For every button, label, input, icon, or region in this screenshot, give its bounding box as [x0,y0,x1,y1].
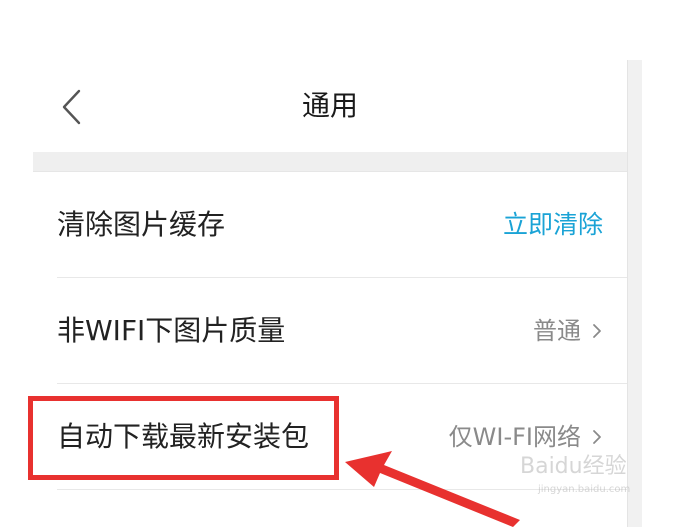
watermark-logo: Baidu经验 [520,454,627,479]
watermark: Baidu经验 jingyan.baidu.com [520,448,670,498]
watermark-url: jingyan.baidu.com [538,484,631,495]
